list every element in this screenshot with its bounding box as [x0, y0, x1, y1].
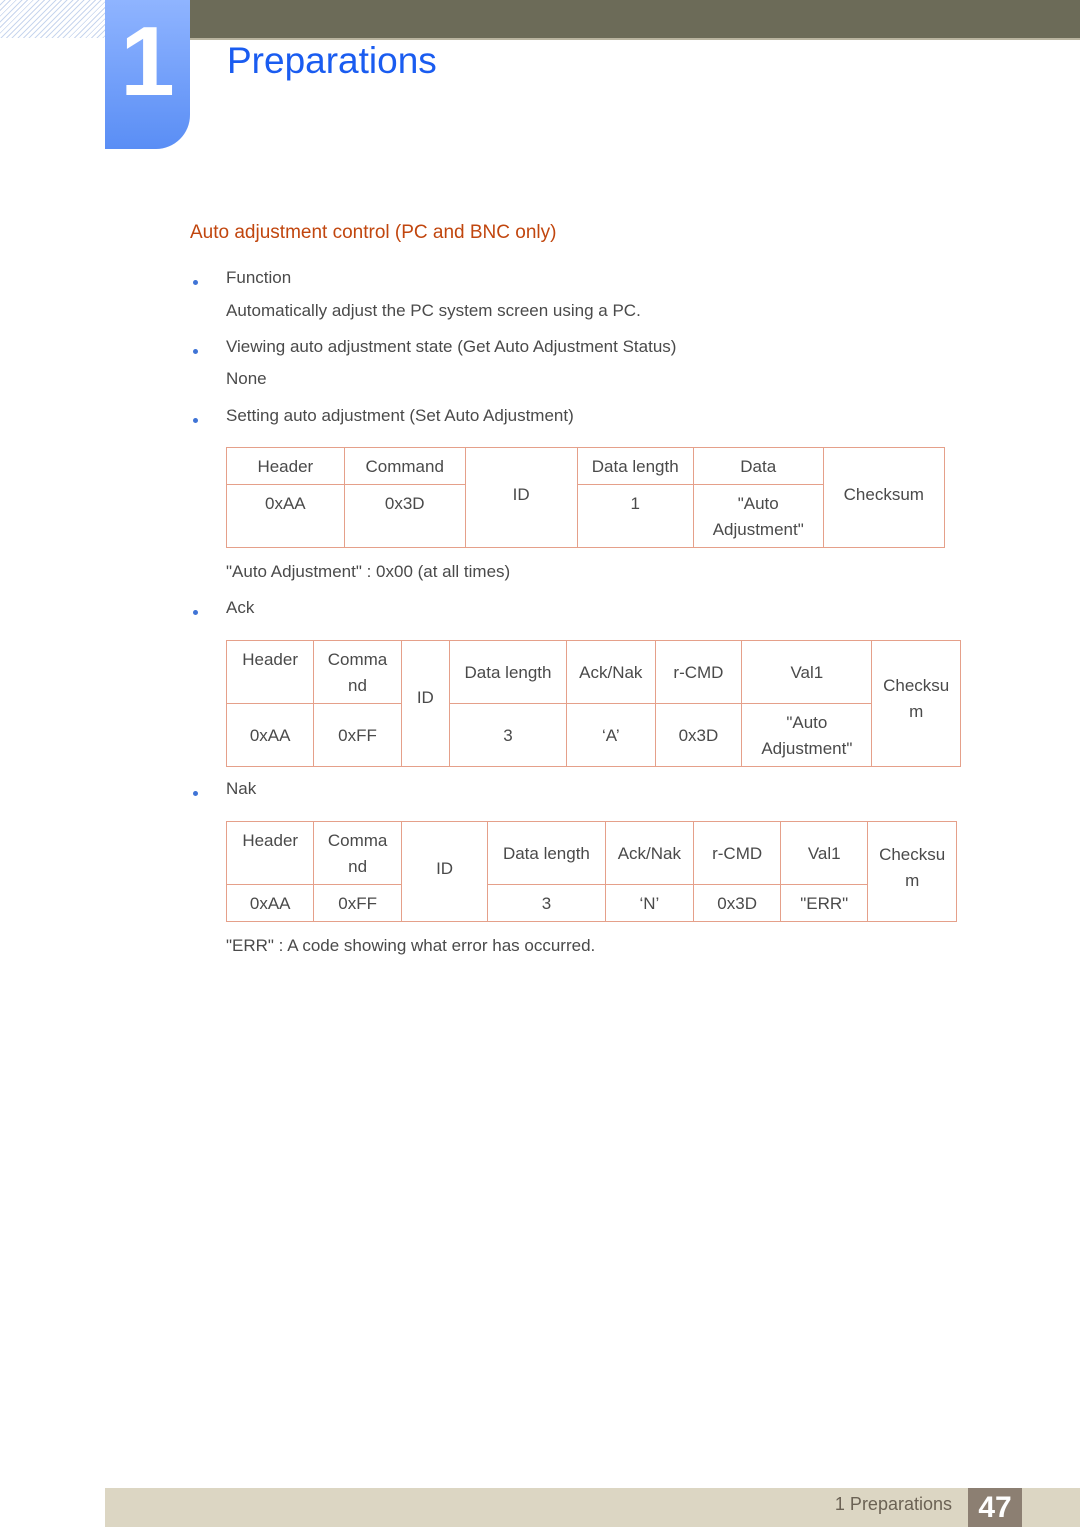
header-cell: Val1	[780, 821, 869, 885]
header-cell: ID	[400, 821, 489, 922]
header-cell: Header	[225, 821, 315, 885]
item-nak-label: Nak	[226, 779, 257, 798]
header-cell: Ack/Nak	[566, 640, 656, 704]
value-cell: 0x3D	[654, 703, 743, 767]
value-cell: 0x3D	[343, 484, 466, 548]
header-cell: Header	[226, 447, 345, 485]
value-cell: 0xAA	[225, 884, 315, 922]
value-cell: "Auto Adjustment"	[741, 703, 873, 767]
nak-note: "ERR" : A code showing what error has oc…	[226, 936, 596, 955]
header-cell: Comma nd	[313, 821, 402, 885]
decorative-hatch	[0, 0, 105, 38]
item-get-status-detail: None	[226, 369, 267, 388]
header-cell: ID	[464, 447, 578, 548]
header-cell: Header	[225, 640, 315, 704]
value-cell: 1	[576, 484, 694, 548]
header-cell: Data length	[487, 821, 606, 885]
header-cell: Checksu m	[871, 640, 961, 767]
bullet-icon	[193, 610, 198, 615]
header-cell: Val1	[741, 640, 873, 704]
value-cell: 0xAA	[225, 703, 315, 767]
bullet-icon	[193, 418, 198, 423]
header-cell: Comma nd	[313, 640, 402, 704]
item-function-detail: Automatically adjust the PC system scree…	[226, 301, 641, 320]
bullet-icon	[193, 349, 198, 354]
page-number: 47	[968, 1488, 1022, 1527]
header-cell: Data	[692, 447, 824, 485]
header-cell: ID	[400, 640, 450, 767]
value-cell: "ERR"	[780, 884, 869, 922]
chapter-title: Preparations	[227, 40, 437, 81]
header-cell: Checksum	[822, 447, 946, 548]
bullet-icon	[193, 280, 198, 285]
value-cell: ‘A’	[566, 703, 656, 767]
set-command-table: Header Command ID Data length Data Check…	[226, 447, 946, 548]
value-cell: "Auto Adjustment"	[692, 484, 824, 548]
header-cell: r-CMD	[693, 821, 782, 885]
header-cell: Command	[343, 447, 466, 485]
item-get-status-label: Viewing auto adjustment state (Get Auto …	[226, 337, 677, 356]
header-cell: Ack/Nak	[604, 821, 695, 885]
chapter-number: 1	[120, 6, 175, 116]
value-cell: 3	[487, 884, 606, 922]
header-bar	[190, 0, 1080, 40]
ack-table: Header Comma nd ID Data length Ack/Nak r…	[225, 640, 961, 767]
header-cell: Data length	[448, 640, 568, 704]
item-function-label: Function	[226, 268, 292, 287]
header-cell: r-CMD	[654, 640, 743, 704]
bullet-icon	[193, 791, 198, 796]
value-cell: 3	[448, 703, 568, 767]
value-cell: 0xFF	[313, 703, 402, 767]
section-title: Auto adjustment control (PC and BNC only…	[190, 222, 557, 243]
header-cell: Checksu m	[867, 821, 957, 922]
value-cell: ‘N’	[604, 884, 695, 922]
nak-table: Header Comma nd ID Data length Ack/Nak r…	[225, 821, 957, 922]
value-cell: 0x3D	[693, 884, 782, 922]
value-cell: 0xAA	[226, 484, 345, 548]
set-note: "Auto Adjustment" : 0x00 (at all times)	[226, 562, 511, 581]
header-cell: Data length	[576, 447, 694, 485]
chapter-tab: 1	[105, 0, 190, 149]
footer-chapter-label: 1 Preparations	[834, 1494, 952, 1514]
item-ack-label: Ack	[226, 598, 255, 617]
item-set-label: Setting auto adjustment (Set Auto Adjust…	[226, 406, 574, 425]
value-cell: 0xFF	[313, 884, 402, 922]
